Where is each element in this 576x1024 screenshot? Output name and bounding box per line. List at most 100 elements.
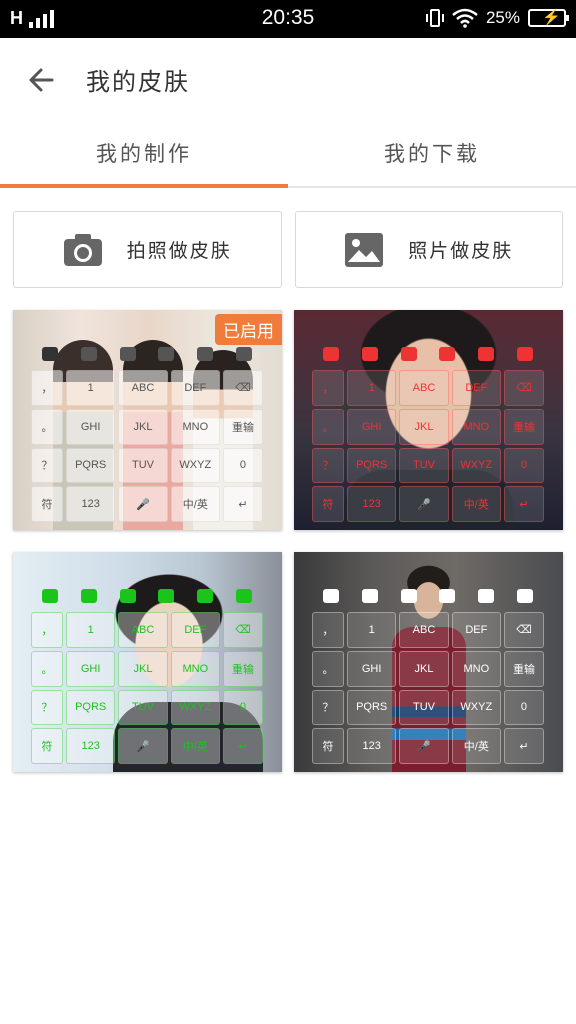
key: WXYZ xyxy=(170,447,220,484)
app-header: 我的皮肤 xyxy=(0,38,576,124)
key: ↵ xyxy=(222,486,263,522)
key: 0 xyxy=(222,689,263,726)
key: 🎤 xyxy=(399,486,449,522)
keyboard-keys: ， 1 ABC DEF ⌫ 。 GHI JKL MNO 重输 ？ PQRS TU… xyxy=(312,612,544,764)
key: WXYZ xyxy=(451,689,501,726)
key: GHI xyxy=(66,408,116,445)
key: ？ xyxy=(312,447,344,484)
key: PQRS xyxy=(66,447,116,484)
battery-icon: ⚡ xyxy=(528,9,569,27)
key: 0 xyxy=(222,447,263,484)
key: ？ xyxy=(312,689,344,726)
key: PQRS xyxy=(347,447,397,484)
key: ⌫ xyxy=(503,370,544,406)
key: 中/英 xyxy=(170,486,220,522)
key: JKL xyxy=(399,650,449,687)
key: 。 xyxy=(31,408,63,445)
tab-bar: 我的制作 我的下载 xyxy=(0,124,576,188)
photo-skin-button[interactable]: 照片做皮肤 xyxy=(294,211,563,288)
key: 0 xyxy=(503,689,544,726)
key: 重输 xyxy=(503,650,544,687)
key: WXYZ xyxy=(170,689,220,726)
key: ABC xyxy=(399,370,449,406)
key: ABC xyxy=(118,612,168,648)
keyboard-preview: ， 1 ABC DEF ⌫ 。 GHI JKL MNO 重输 ？ PQRS TU… xyxy=(312,342,544,522)
image-icon xyxy=(345,232,384,267)
key: ↵ xyxy=(222,728,263,764)
key: ⌫ xyxy=(222,612,263,648)
key: ？ xyxy=(31,447,63,484)
key: ？ xyxy=(31,689,63,726)
key: ABC xyxy=(118,370,168,406)
keyboard-keys: ， 1 ABC DEF ⌫ 。 GHI JKL MNO 重输 ？ PQRS TU… xyxy=(312,370,544,522)
key: 1 xyxy=(347,612,397,648)
key: TUV xyxy=(118,689,168,726)
skin-card[interactable]: 已启用 ， 1 ABC DEF ⌫ 。 GHI JKL MNO 重输 ？ PQR… xyxy=(13,310,282,530)
key: 123 xyxy=(347,728,397,764)
skin-card[interactable]: ， 1 ABC DEF ⌫ 。 GHI JKL MNO 重输 ？ PQRS TU… xyxy=(294,310,563,530)
arrow-left-icon[interactable] xyxy=(24,62,60,98)
vibrate-icon xyxy=(425,9,444,27)
key: MNO xyxy=(170,650,220,687)
key: PQRS xyxy=(347,689,397,726)
active-badge: 已启用 xyxy=(215,314,282,345)
key: TUV xyxy=(399,447,449,484)
skin-card[interactable]: ， 1 ABC DEF ⌫ 。 GHI JKL MNO 重输 ？ PQRS TU… xyxy=(294,552,563,772)
keyboard-keys: ， 1 ABC DEF ⌫ 。 GHI JKL MNO 重输 ？ PQRS TU… xyxy=(31,612,263,764)
key: 中/英 xyxy=(451,728,501,764)
create-skin-actions: 拍照做皮肤 照片做皮肤 xyxy=(13,211,563,288)
key: MNO xyxy=(170,408,220,445)
status-bar: H 20:35 25% ⚡ xyxy=(0,0,576,38)
keyboard-toolbar xyxy=(312,342,544,366)
key: JKL xyxy=(118,408,168,445)
key: ， xyxy=(31,612,63,648)
key: 123 xyxy=(66,486,116,522)
photo-skin-label: 照片做皮肤 xyxy=(408,240,514,262)
key: MNO xyxy=(451,650,501,687)
key: 重输 xyxy=(222,650,263,687)
key: ， xyxy=(312,612,344,648)
key: 123 xyxy=(347,486,397,522)
keyboard-toolbar xyxy=(31,342,263,366)
tab-my-downloads[interactable]: 我的下载 xyxy=(288,124,576,186)
key: GHI xyxy=(347,408,397,445)
key: 中/英 xyxy=(451,486,501,522)
key: PQRS xyxy=(66,689,116,726)
key: JKL xyxy=(118,650,168,687)
key: 。 xyxy=(312,408,344,445)
key: DEF xyxy=(451,370,501,406)
key: 中/英 xyxy=(170,728,220,764)
key: ↵ xyxy=(503,728,544,764)
key: TUV xyxy=(118,447,168,484)
keyboard-toolbar xyxy=(31,584,263,608)
key: 符 xyxy=(31,728,63,764)
page-title: 我的皮肤 xyxy=(86,68,190,96)
key: ⌫ xyxy=(503,612,544,648)
key: DEF xyxy=(451,612,501,648)
key: 符 xyxy=(312,486,344,522)
keyboard-preview: ， 1 ABC DEF ⌫ 。 GHI JKL MNO 重输 ？ PQRS TU… xyxy=(31,342,263,522)
key: JKL xyxy=(399,408,449,445)
key: DEF xyxy=(170,612,220,648)
keyboard-toolbar xyxy=(312,584,544,608)
key: 。 xyxy=(312,650,344,687)
key: 符 xyxy=(312,728,344,764)
key: 🎤 xyxy=(399,728,449,764)
keyboard-preview: ， 1 ABC DEF ⌫ 。 GHI JKL MNO 重输 ？ PQRS TU… xyxy=(31,584,263,764)
skin-card[interactable]: ， 1 ABC DEF ⌫ 。 GHI JKL MNO 重输 ？ PQRS TU… xyxy=(13,552,282,772)
key: GHI xyxy=(66,650,116,687)
take-photo-skin-label: 拍照做皮肤 xyxy=(126,240,232,262)
key: GHI xyxy=(347,650,397,687)
key: 重输 xyxy=(222,408,263,445)
key: 。 xyxy=(31,650,63,687)
key: 重输 xyxy=(503,408,544,445)
take-photo-skin-button[interactable]: 拍照做皮肤 xyxy=(13,211,282,288)
key: ↵ xyxy=(503,486,544,522)
tab-my-creations[interactable]: 我的制作 xyxy=(0,124,288,188)
key: DEF xyxy=(170,370,220,406)
key: 🎤 xyxy=(118,486,168,522)
key: ， xyxy=(31,370,63,406)
key: WXYZ xyxy=(451,447,501,484)
key: 0 xyxy=(503,447,544,484)
key: 1 xyxy=(66,370,116,406)
